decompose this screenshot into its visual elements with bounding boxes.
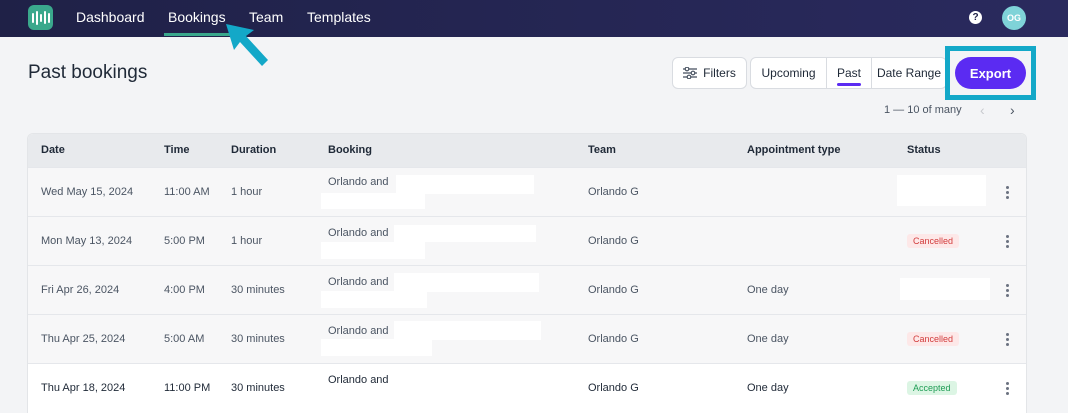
row-duration: 30 minutes xyxy=(231,382,285,394)
bookings-table: Date Time Duration Booking Team Appointm… xyxy=(27,133,1027,413)
avatar[interactable]: OG xyxy=(1002,6,1026,30)
header-team[interactable]: Team xyxy=(588,144,616,156)
table-row[interactable]: Fri Apr 26, 2024 4:00 PM 30 minutes Orla… xyxy=(28,265,1026,314)
table-row[interactable]: Thu Apr 25, 2024 5:00 AM 30 minutes Orla… xyxy=(28,314,1026,363)
tab-past[interactable]: Past xyxy=(827,58,872,88)
row-time: 5:00 PM xyxy=(164,235,205,247)
row-team: Orlando G xyxy=(588,186,639,198)
row-team: Orlando G xyxy=(588,235,639,247)
tab-upcoming[interactable]: Upcoming xyxy=(751,58,827,88)
redaction-block xyxy=(321,193,425,209)
redaction-block xyxy=(394,225,536,242)
bars-logo-icon[interactable] xyxy=(28,5,53,30)
row-booking[interactable]: Orlando and xyxy=(328,374,389,386)
nav-bookings[interactable]: Bookings xyxy=(164,9,230,36)
redaction-block xyxy=(321,339,432,356)
prev-page-icon[interactable]: ‹ xyxy=(980,102,985,118)
row-date: Wed May 15, 2024 xyxy=(41,186,134,198)
tab-date-range[interactable]: Date Range xyxy=(872,58,946,88)
header-status[interactable]: Status xyxy=(907,144,941,156)
row-appointment-type: One day xyxy=(747,333,789,345)
sliders-icon xyxy=(683,67,698,79)
status-redaction xyxy=(900,278,990,300)
page-title: Past bookings xyxy=(28,62,148,83)
redaction-block xyxy=(394,273,539,292)
row-duration: 30 minutes xyxy=(231,333,285,345)
row-duration: 30 minutes xyxy=(231,284,285,296)
table-header: Date Time Duration Booking Team Appointm… xyxy=(28,134,1026,167)
header-time[interactable]: Time xyxy=(164,144,189,156)
nav-templates[interactable]: Templates xyxy=(307,9,371,25)
row-duration: 1 hour xyxy=(231,235,263,247)
redaction-block xyxy=(321,291,427,308)
status-badge: Cancelled xyxy=(907,332,960,346)
pointer-arrow-icon xyxy=(226,24,268,66)
row-time: 11:00 PM xyxy=(164,382,211,394)
table-row[interactable]: Thu Apr 18, 2024 11:00 PM 30 minutes Orl… xyxy=(28,363,1026,412)
time-range-segmented-control: Upcoming Past Date Range xyxy=(750,57,947,89)
pagination-status: 1 — 10 of many xyxy=(884,104,962,116)
table-row[interactable]: Mon May 13, 2024 5:00 PM 1 hour Orlando … xyxy=(28,216,1026,265)
more-options-icon[interactable] xyxy=(1006,235,1009,248)
row-booking[interactable]: Orlando and xyxy=(328,227,389,239)
row-time: 4:00 PM xyxy=(164,284,205,296)
row-booking[interactable]: Orlando and xyxy=(328,325,389,337)
row-team: Orlando G xyxy=(588,333,639,345)
row-date: Thu Apr 25, 2024 xyxy=(41,333,126,345)
status-redaction xyxy=(897,175,986,206)
more-options-icon[interactable] xyxy=(1006,284,1009,297)
row-team: Orlando G xyxy=(588,382,639,394)
row-date: Thu Apr 18, 2024 xyxy=(41,382,126,394)
row-time: 11:00 AM xyxy=(164,186,210,198)
row-duration: 1 hour xyxy=(231,186,263,198)
row-time: 5:00 AM xyxy=(164,333,205,345)
header-appointment-type[interactable]: Appointment type xyxy=(747,144,841,156)
row-team: Orlando G xyxy=(588,284,639,296)
row-date: Fri Apr 26, 2024 xyxy=(41,284,120,296)
redaction-block xyxy=(394,321,541,340)
status-badge: Accepted xyxy=(907,381,957,395)
header-duration[interactable]: Duration xyxy=(231,144,276,156)
more-options-icon[interactable] xyxy=(1006,382,1009,395)
redaction-block xyxy=(396,175,534,194)
filters-label: Filters xyxy=(703,66,736,80)
top-nav: Dashboard Bookings Team Templates ? OG xyxy=(0,0,1068,37)
row-booking[interactable]: Orlando and xyxy=(328,276,389,288)
more-options-icon[interactable] xyxy=(1006,333,1009,346)
row-date: Mon May 13, 2024 xyxy=(41,235,133,247)
next-page-icon[interactable]: › xyxy=(1010,102,1015,118)
redaction-block xyxy=(321,242,425,259)
export-button[interactable]: Export xyxy=(955,57,1026,89)
help-icon[interactable]: ? xyxy=(969,11,982,24)
table-row[interactable]: Wed May 15, 2024 11:00 AM 1 hour Orlando… xyxy=(28,167,1026,216)
row-appointment-type: One day xyxy=(747,284,789,296)
row-appointment-type: One day xyxy=(747,382,789,394)
row-booking[interactable]: Orlando and xyxy=(328,176,389,188)
header-booking[interactable]: Booking xyxy=(328,144,372,156)
status-badge: Cancelled xyxy=(907,234,960,248)
nav-dashboard[interactable]: Dashboard xyxy=(76,9,145,25)
filters-button[interactable]: Filters xyxy=(672,57,747,89)
more-options-icon[interactable] xyxy=(1006,186,1009,199)
header-date[interactable]: Date xyxy=(41,144,65,156)
